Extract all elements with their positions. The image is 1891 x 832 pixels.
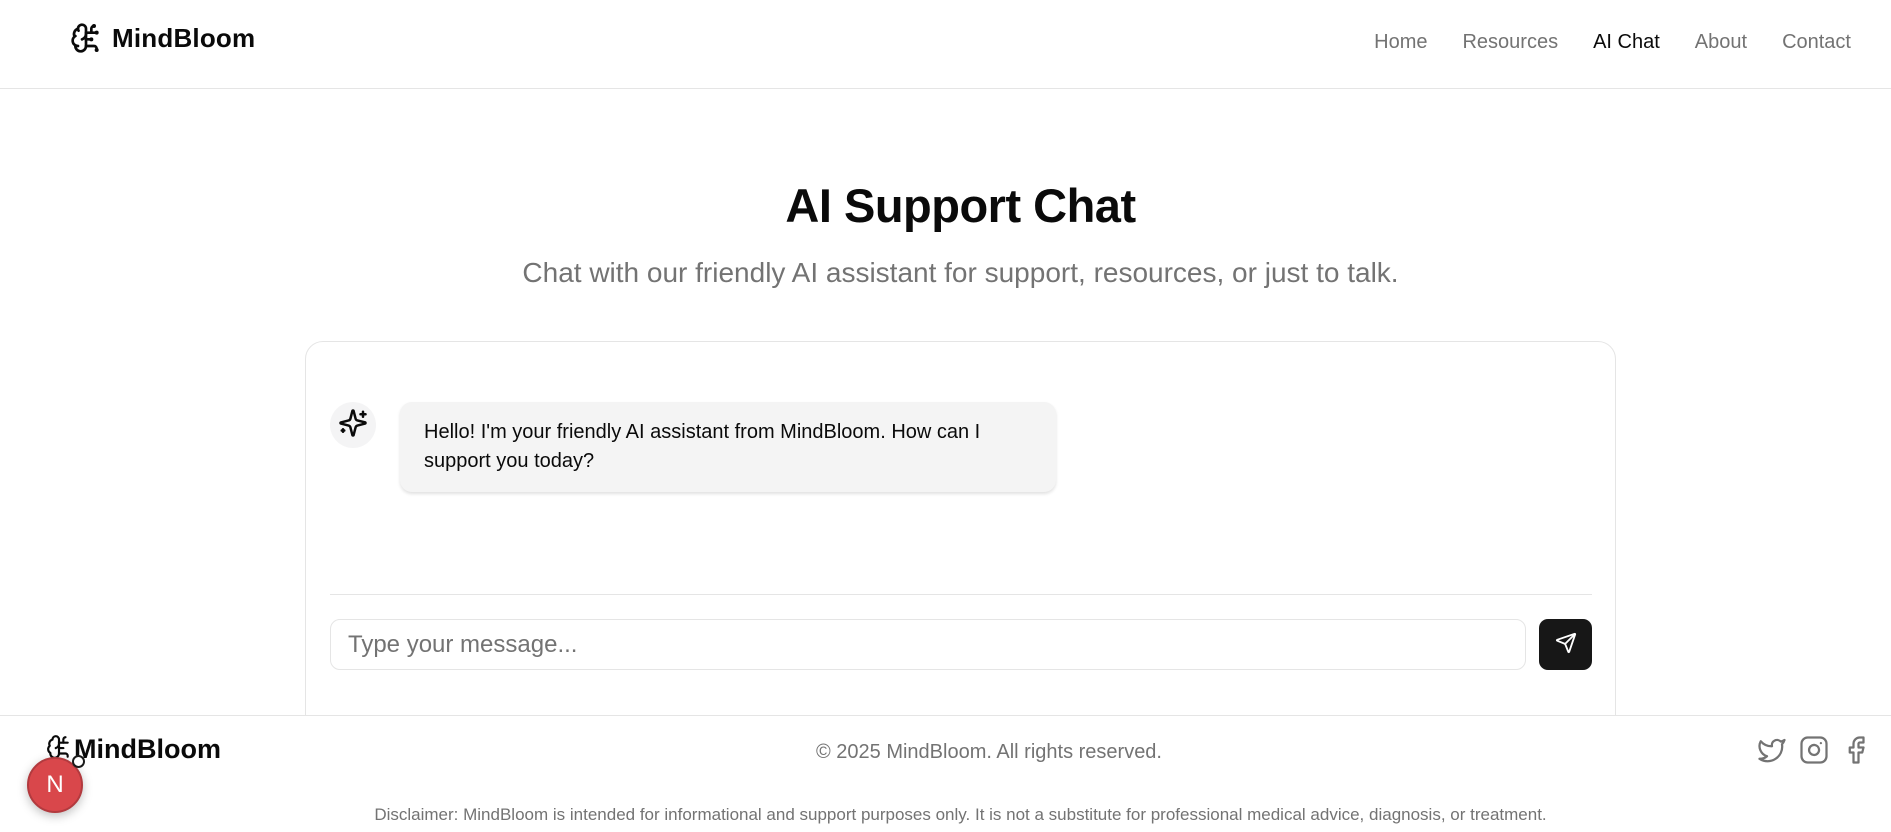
- send-icon: [1555, 632, 1577, 657]
- main-nav: Home Resources AI Chat About Contact: [1374, 28, 1851, 56]
- social-links: [1757, 735, 1871, 765]
- facebook-icon: [1841, 736, 1871, 769]
- badge-letter: N: [46, 771, 64, 798]
- disclaimer-text: Disclaimer: MindBloom is intended for in…: [374, 805, 1547, 824]
- instagram-link[interactable]: [1799, 735, 1829, 765]
- site-footer: MindBloom © 2025 MindBloom. All rights r…: [0, 715, 1891, 832]
- chat-panel: Hello! I'm your friendly AI assistant fr…: [305, 341, 1616, 761]
- nav-link-about[interactable]: About: [1695, 28, 1747, 56]
- message-input[interactable]: [330, 619, 1526, 670]
- badge-indicator-dot: [72, 755, 85, 768]
- dev-tools-badge[interactable]: N: [27, 755, 85, 813]
- send-button[interactable]: [1539, 619, 1592, 670]
- assistant-message: Hello! I'm your friendly AI assistant fr…: [400, 402, 1056, 492]
- sparkles-icon: [338, 408, 368, 443]
- brand-logo-link[interactable]: MindBloom: [70, 22, 255, 54]
- instagram-icon: [1799, 736, 1829, 769]
- nav-link-ai-chat[interactable]: AI Chat: [1593, 28, 1660, 56]
- copyright-text: © 2025 MindBloom. All rights reserved.: [815, 741, 1162, 763]
- page-subtitle: Chat with our friendly AI assistant for …: [522, 257, 1399, 288]
- chat-divider: [330, 594, 1592, 595]
- brand-name: MindBloom: [112, 22, 256, 53]
- page-title: AI Support Chat: [785, 179, 1136, 232]
- twitter-link[interactable]: [1757, 735, 1787, 765]
- brain-icon: [70, 22, 102, 54]
- nav-link-resources[interactable]: Resources: [1462, 28, 1558, 56]
- nav-link-home[interactable]: Home: [1374, 28, 1427, 56]
- nav-link-contact[interactable]: Contact: [1782, 28, 1851, 56]
- site-header: MindBloom Home Resources AI Chat About C…: [0, 0, 1891, 89]
- assistant-avatar: [330, 402, 376, 448]
- facebook-link[interactable]: [1841, 735, 1871, 765]
- twitter-icon: [1757, 738, 1787, 769]
